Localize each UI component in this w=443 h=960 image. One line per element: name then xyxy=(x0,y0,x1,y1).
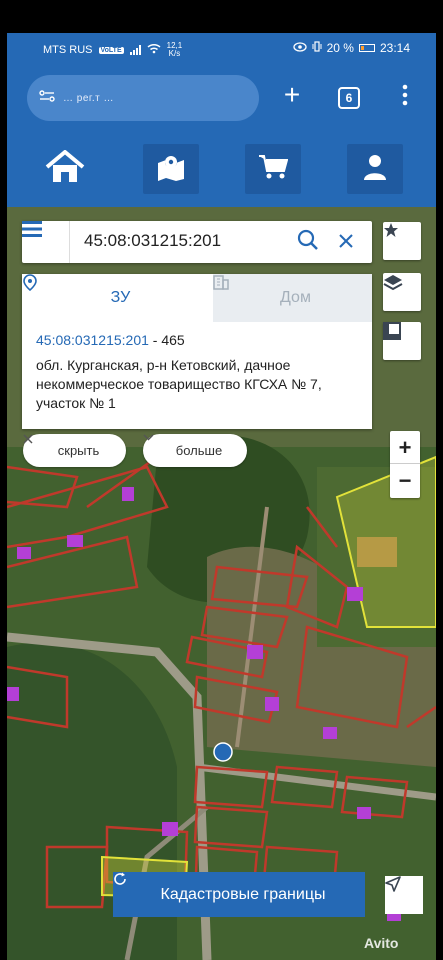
favorite-button[interactable] xyxy=(383,222,421,260)
more-button[interactable]: больше xyxy=(143,434,247,467)
measure-button[interactable] xyxy=(383,322,421,360)
satellite-map[interactable]: 45:08:031215:201 ЗУ Дом 45:08:031215:201… xyxy=(7,207,436,960)
user-icon xyxy=(363,154,387,185)
browser-menu-button[interactable] xyxy=(397,83,413,113)
url-text: … рег.т … xyxy=(63,92,114,104)
cadastre-boundaries-label: Кадастровые границы xyxy=(160,885,326,903)
nav-cart[interactable] xyxy=(245,144,301,194)
more-label: больше xyxy=(175,443,223,458)
avito-watermark: Avito xyxy=(364,935,399,951)
eye-comfort-icon xyxy=(292,41,307,55)
home-icon xyxy=(45,149,85,189)
volte-badge: VoLTE xyxy=(98,46,124,54)
nav-map[interactable] xyxy=(143,144,199,194)
nav-home[interactable] xyxy=(37,144,93,194)
zoom-in-button[interactable]: + xyxy=(390,431,420,464)
address-bar[interactable]: … рег.т … xyxy=(27,75,259,121)
cadastral-number-row: 45:08:031215:201 - 465 xyxy=(36,332,185,348)
cadastral-number-link[interactable]: 45:08:031215:201 xyxy=(36,332,149,348)
parcel-info-panel: ЗУ Дом 45:08:031215:201 - 465 обл. Курга… xyxy=(22,274,372,429)
tab-parcel[interactable]: ЗУ xyxy=(22,274,213,322)
status-bar: MTS RUS VoLTE 12,1 K/s 20 % 23:14 xyxy=(7,33,436,63)
clock: 23:14 xyxy=(379,41,410,55)
layers-button[interactable] xyxy=(383,273,421,311)
cadastre-boundaries-button[interactable]: Кадастровые границы xyxy=(113,872,365,917)
parcel-search-bar: 45:08:031215:201 xyxy=(22,221,372,263)
cadastral-suffix: - 465 xyxy=(152,332,185,348)
nav-account[interactable] xyxy=(347,144,403,194)
locate-me-button[interactable] xyxy=(385,876,423,914)
cart-icon xyxy=(258,154,289,185)
hide-button[interactable]: скрыть xyxy=(23,434,126,467)
search-menu-button[interactable] xyxy=(22,221,70,263)
site-settings-icon[interactable] xyxy=(39,89,55,107)
parcel-address: обл. Курганская, р-н Кетовский, дачное н… xyxy=(36,357,322,411)
parcel-search-input[interactable]: 45:08:031215:201 xyxy=(84,231,221,251)
carrier-label: MTS RUS xyxy=(43,44,93,56)
new-tab-button[interactable]: + xyxy=(277,81,307,111)
tab-building-label: Дом xyxy=(280,289,311,306)
battery-percent: 20 % xyxy=(326,41,354,55)
network-speed: 12,1 K/s xyxy=(166,41,183,58)
phone-screen: MTS RUS VoLTE 12,1 K/s 20 % 23:14 … рег.… xyxy=(7,33,436,960)
tab-count-button[interactable]: 6 xyxy=(338,87,360,109)
site-nav xyxy=(7,135,436,207)
zoom-control: + − xyxy=(390,431,420,498)
zoom-out-button[interactable]: − xyxy=(390,464,420,497)
wifi-icon xyxy=(147,43,161,57)
battery-icon xyxy=(358,44,375,52)
browser-toolbar: … рег.т … + 6 xyxy=(7,63,436,135)
signal-icon xyxy=(129,45,141,55)
tab-building[interactable]: Дом xyxy=(213,274,372,322)
tab-parcel-label: ЗУ xyxy=(110,289,131,306)
vibrate-icon xyxy=(312,41,322,55)
map-pin-icon xyxy=(156,153,186,186)
hide-label: скрыть xyxy=(57,443,100,458)
